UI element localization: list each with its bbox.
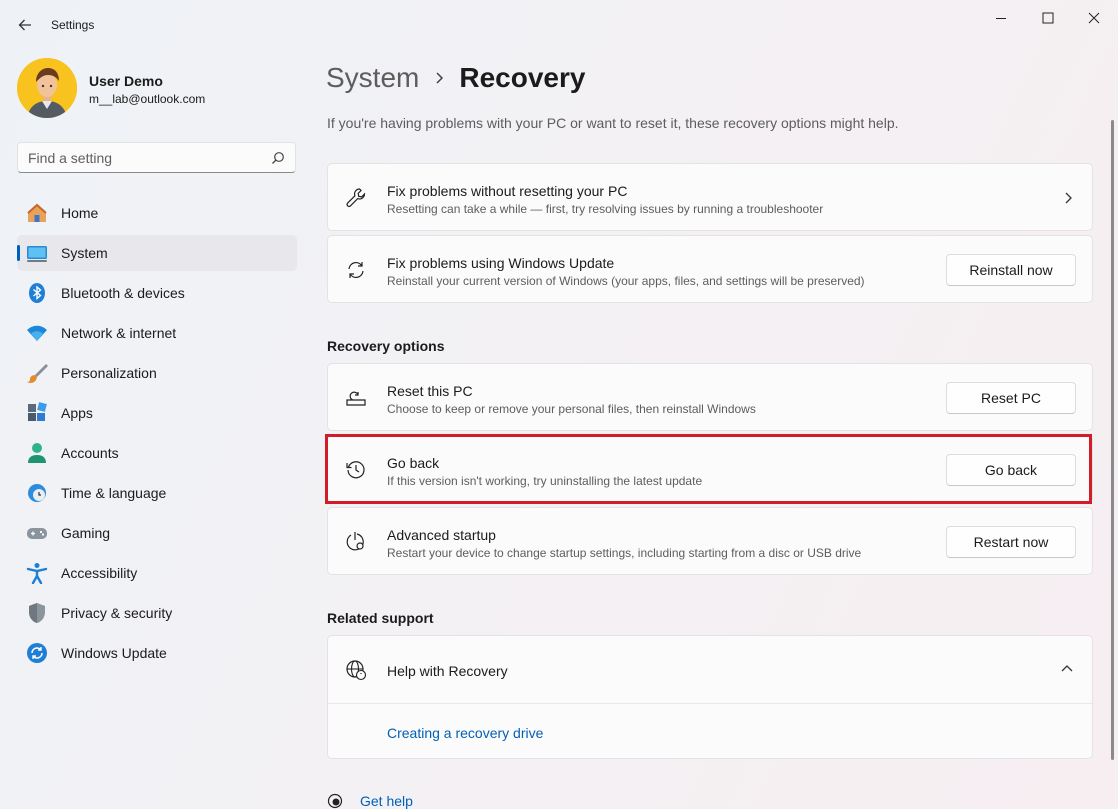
- accessibility-icon: [26, 562, 48, 584]
- recovery-options-heading: Recovery options: [327, 338, 444, 354]
- sidebar-item-personalization[interactable]: Personalization: [17, 355, 297, 391]
- sidebar-item-label: Gaming: [61, 525, 110, 541]
- card-description: Choose to keep or remove your personal f…: [387, 402, 756, 416]
- card-title: Advanced startup: [387, 527, 496, 543]
- sidebar-item-label: Network & internet: [61, 325, 176, 341]
- chevron-right-icon: [1064, 191, 1074, 205]
- advanced-startup-icon: [345, 531, 367, 553]
- sidebar-item-label: System: [61, 245, 108, 261]
- page-description: If you're having problems with your PC o…: [327, 115, 899, 131]
- home-icon: [26, 202, 48, 224]
- apps-icon: [26, 402, 48, 424]
- sidebar-item-label: Accounts: [61, 445, 119, 461]
- sidebar-item-label: Privacy & security: [61, 605, 172, 621]
- sidebar-item-network[interactable]: Network & internet: [17, 315, 297, 351]
- close-icon: [1088, 12, 1100, 24]
- title-bar: Settings: [0, 0, 1118, 50]
- card-title: Reset this PC: [387, 383, 473, 399]
- reinstall-now-button[interactable]: Reinstall now: [946, 254, 1076, 286]
- user-name: User Demo: [89, 73, 163, 89]
- user-profile[interactable]: User Demo m__lab@outlook.com: [17, 58, 297, 118]
- bluetooth-icon: [26, 282, 48, 304]
- card-description: Restart your device to change startup se…: [387, 546, 861, 560]
- sidebar-item-gaming[interactable]: Gaming: [17, 515, 297, 551]
- help-with-recovery-card: Help with Recovery Creating a recovery d…: [327, 635, 1093, 759]
- breadcrumb: System Recovery: [326, 58, 585, 98]
- chevron-up-icon: [1060, 663, 1074, 673]
- back-button[interactable]: [12, 12, 38, 38]
- sidebar-item-label: Accessibility: [61, 565, 137, 581]
- card-description: Reinstall your current version of Window…: [387, 274, 865, 288]
- wifi-icon: [26, 322, 48, 344]
- maximize-button[interactable]: [1025, 6, 1071, 30]
- avatar: [17, 58, 77, 118]
- brush-icon: [26, 362, 48, 384]
- sidebar-item-bluetooth[interactable]: Bluetooth & devices: [17, 275, 297, 311]
- user-email: m__lab@outlook.com: [89, 92, 205, 106]
- wrench-icon: [345, 187, 367, 209]
- card-description: Resetting can take a while — first, try …: [387, 202, 823, 216]
- sidebar-item-time-language[interactable]: Time & language: [17, 475, 297, 511]
- card-title: Fix problems without resetting your PC: [387, 183, 627, 199]
- sync-icon: [345, 259, 367, 281]
- back-arrow-icon: [18, 18, 32, 32]
- advanced-startup-card: Advanced startup Restart your device to …: [327, 507, 1093, 575]
- sidebar-item-system[interactable]: System: [17, 235, 297, 271]
- minimize-button[interactable]: [978, 6, 1024, 30]
- card-title: Fix problems using Windows Update: [387, 255, 614, 271]
- help-with-recovery-header[interactable]: Help with Recovery: [328, 636, 1092, 704]
- page-title: Recovery: [459, 62, 585, 94]
- sidebar-item-home[interactable]: Home: [17, 195, 297, 231]
- search-placeholder: Find a setting: [28, 150, 112, 166]
- breadcrumb-parent[interactable]: System: [326, 62, 419, 94]
- fix-without-reset-card[interactable]: Fix problems without resetting your PC R…: [327, 163, 1093, 231]
- highlight-box: [325, 434, 1092, 504]
- shield-icon: [26, 602, 48, 624]
- reset-pc-icon: [345, 387, 367, 409]
- system-icon: [26, 242, 48, 264]
- sidebar-item-label: Time & language: [61, 485, 166, 501]
- minimize-icon: [995, 12, 1007, 24]
- search-icon: [271, 151, 285, 165]
- fix-using-update-card: Fix problems using Windows Update Reinst…: [327, 235, 1093, 303]
- sidebar-item-apps[interactable]: Apps: [17, 395, 297, 431]
- close-button[interactable]: [1071, 6, 1117, 30]
- globe-help-icon: [345, 659, 367, 681]
- help-icon: [327, 793, 343, 809]
- sidebar-item-accessibility[interactable]: Accessibility: [17, 555, 297, 591]
- maximize-icon: [1042, 12, 1054, 24]
- sidebar-item-label: Apps: [61, 405, 93, 421]
- search-input[interactable]: Find a setting: [17, 142, 296, 173]
- scrollbar[interactable]: [1111, 120, 1114, 760]
- chevron-right-icon: [435, 71, 445, 85]
- sidebar-item-label: Personalization: [61, 365, 157, 381]
- sidebar-item-label: Windows Update: [61, 645, 167, 661]
- sidebar-nav: Home System Bluetooth & devices Network …: [17, 195, 297, 675]
- app-title: Settings: [51, 18, 94, 32]
- gamepad-icon: [26, 522, 48, 544]
- accounts-icon: [26, 442, 48, 464]
- sidebar-item-privacy[interactable]: Privacy & security: [17, 595, 297, 631]
- sidebar-item-accounts[interactable]: Accounts: [17, 435, 297, 471]
- related-support-heading: Related support: [327, 610, 434, 626]
- sidebar-item-label: Bluetooth & devices: [61, 285, 185, 301]
- clock-globe-icon: [26, 482, 48, 504]
- recovery-drive-link[interactable]: Creating a recovery drive: [387, 725, 543, 741]
- reset-pc-button[interactable]: Reset PC: [946, 382, 1076, 414]
- reset-pc-card: Reset this PC Choose to keep or remove y…: [327, 363, 1093, 431]
- sidebar-item-windows-update[interactable]: Windows Update: [17, 635, 297, 671]
- restart-now-button[interactable]: Restart now: [946, 526, 1076, 558]
- update-icon: [26, 642, 48, 664]
- card-title: Help with Recovery: [387, 663, 508, 679]
- get-help-row[interactable]: Get help: [327, 793, 413, 809]
- sidebar-item-label: Home: [61, 205, 98, 221]
- get-help-link[interactable]: Get help: [360, 793, 413, 809]
- settings-window: Settings User Demo m__lab@outlook.com: [0, 0, 1118, 809]
